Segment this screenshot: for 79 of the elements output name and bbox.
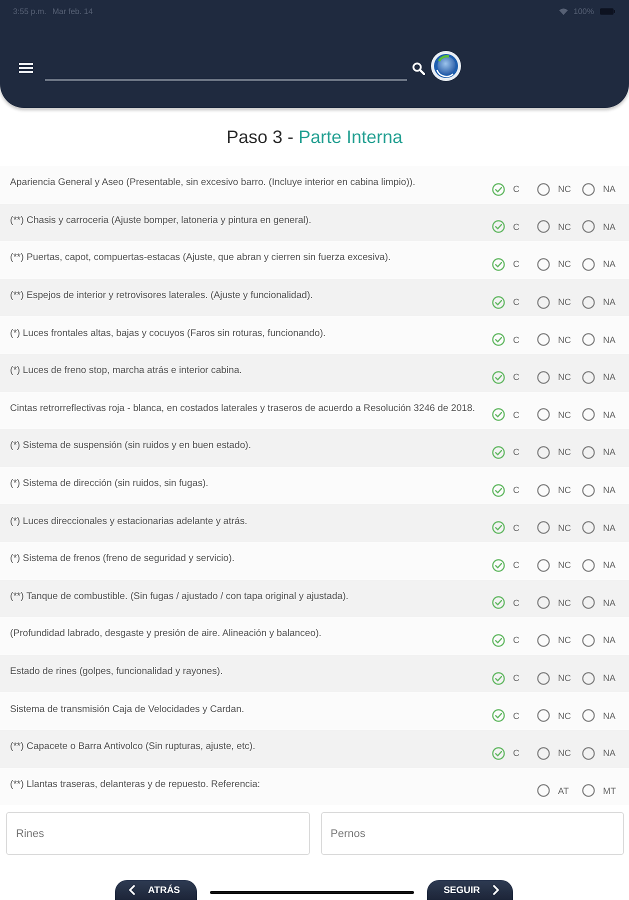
radio-option[interactable]: NA — [580, 446, 625, 459]
checklist-item-text: (*) Sistema de frenos (freno de seguridad y servicio). — [10, 553, 236, 566]
battery-icon — [600, 8, 615, 14]
radio-option[interactable]: C — [490, 484, 535, 497]
radio-option[interactable]: NC — [535, 182, 580, 196]
radio-option[interactable]: NA — [580, 746, 625, 760]
checklist-item-text: Sistema de transmisión Caja de Velocidades y Cardan. — [10, 704, 246, 717]
radio-option[interactable]: NC — [535, 634, 580, 647]
radio-option[interactable]: C — [490, 408, 535, 422]
radio-option[interactable]: C — [490, 258, 535, 271]
radio-option[interactable]: NC — [535, 333, 580, 346]
checklist-item-text: (*) Luces direccionales y estacionarias adelante y atrás. — [10, 516, 248, 529]
checklist-item-text: (**) Puertas, capot, compuertas-estacas (Ajuste, que abran y cierren sin fuerza excesiva). — [10, 252, 392, 266]
logo-icon[interactable] — [431, 50, 461, 80]
radio-option[interactable]: NC — [535, 558, 580, 572]
radio-option[interactable]: NC — [535, 258, 580, 271]
menu-icon[interactable] — [19, 63, 33, 73]
radio-option[interactable]: NC — [535, 672, 580, 685]
checklist-item-text: (**) Espejos de interior y retrovisores laterales. (Ajuste y funcionalidad). — [10, 290, 314, 304]
radio-option[interactable]: C — [490, 333, 535, 346]
checklist-item-text: (**) Tanque de combustible. (Sin fugas / ajustado / con tapa original y ajustada). — [10, 590, 350, 604]
radio-option[interactable]: NA — [580, 709, 625, 722]
radio-option[interactable]: NC — [535, 709, 580, 722]
radio-option[interactable]: C — [490, 596, 535, 610]
radio-option[interactable]: C — [490, 672, 535, 685]
radio-option[interactable]: NA — [580, 634, 625, 647]
radio-option[interactable]: NA — [580, 182, 625, 196]
radio-option[interactable]: NC — [535, 370, 580, 384]
back-button[interactable]: ATRÁS — [115, 880, 197, 900]
checklist-item-text: (*) Luces de freno stop, marcha atrás e interior cabina. — [10, 365, 243, 378]
radio-option[interactable]: NC — [535, 220, 580, 234]
radio-option[interactable]: C — [490, 634, 535, 647]
radio-option[interactable]: NA — [580, 370, 625, 384]
radio-option[interactable]: AT — [535, 784, 580, 798]
wifi-icon — [558, 8, 568, 14]
checklist-item-text: (**) Chasis y carroceria (Ajuste bomper, latoneria y pintura en general). — [10, 214, 312, 228]
checklist-item-text: (**) Llantas traseras, delanteras y de repuesto. Referencia: — [10, 778, 262, 792]
chevron-right-icon — [493, 885, 499, 895]
radio-option[interactable]: C — [490, 370, 535, 384]
checklist-item-text: (*) Sistema de dirección (sin ruidos, sin fugas). — [10, 478, 210, 492]
radio-option[interactable]: C — [490, 746, 535, 760]
radio-option[interactable]: NA — [580, 672, 625, 685]
radio-option[interactable]: NC — [535, 408, 580, 422]
radio-option[interactable]: NC — [535, 296, 580, 309]
radio-option[interactable]: NA — [580, 296, 625, 309]
radio-option[interactable]: NC — [535, 746, 580, 760]
radio-option[interactable]: MT — [580, 784, 625, 798]
chevron-left-icon — [129, 885, 135, 895]
radio-option[interactable]: NC — [535, 446, 580, 459]
page-title: Paso 3 - Parte Interna — [225, 126, 404, 148]
radio-option[interactable]: NA — [580, 258, 625, 271]
input-field[interactable]: Pernos — [320, 812, 624, 856]
checklist-item-text: Apariencia General y Aseo (Presentable, sin excesivo barro. (Incluye interior en cabina limpio)). — [10, 177, 416, 190]
checklist-item-text: (**) Capacete o Barra Antivolco (Sin rupturas, ajuste, etc). — [10, 741, 256, 754]
input-field[interactable]: Rines — [6, 812, 310, 856]
checklist-item-text: Cintas retrorreflectivas roja - blanca, en costados laterales y traseros de acuerdo a Resolución 3246 de 2018. — [10, 402, 476, 416]
radio-option[interactable]: C — [490, 182, 535, 196]
checklist-item-text: Estado de rines (golpes, funcionalidad y rayones). — [10, 666, 224, 680]
radio-option[interactable]: NA — [580, 408, 625, 422]
radio-option[interactable]: NA — [580, 484, 625, 497]
radio-option[interactable]: NA — [580, 333, 625, 346]
checklist-item-text: (Profundidad labrado, desgaste y presión de aire. Alineación y balanceo). — [10, 628, 322, 642]
radio-option[interactable]: NC — [535, 484, 580, 497]
radio-option[interactable]: C — [490, 521, 535, 534]
radio-option[interactable]: NA — [580, 521, 625, 534]
radio-option[interactable]: C — [490, 296, 535, 309]
next-button[interactable]: SEGUIR — [427, 880, 513, 900]
radio-option[interactable]: NA — [580, 220, 625, 234]
radio-option[interactable]: C — [490, 709, 535, 722]
search-icon[interactable] — [412, 62, 425, 74]
radio-option[interactable]: NC — [535, 521, 580, 534]
radio-option[interactable]: NC — [535, 596, 580, 610]
radio-option[interactable]: C — [490, 446, 535, 459]
checklist-item-text: (*) Luces frontales altas, bajas y cocuyos (Faros sin roturas, funcionando). — [10, 328, 327, 341]
radio-option[interactable]: NA — [580, 596, 625, 610]
radio-option[interactable]: C — [490, 220, 535, 234]
radio-option[interactable]: C — [490, 558, 535, 572]
radio-option[interactable]: NA — [580, 558, 625, 572]
checklist-item-text: (*) Sistema de suspensión (sin ruidos y en buen estado). — [10, 440, 252, 454]
